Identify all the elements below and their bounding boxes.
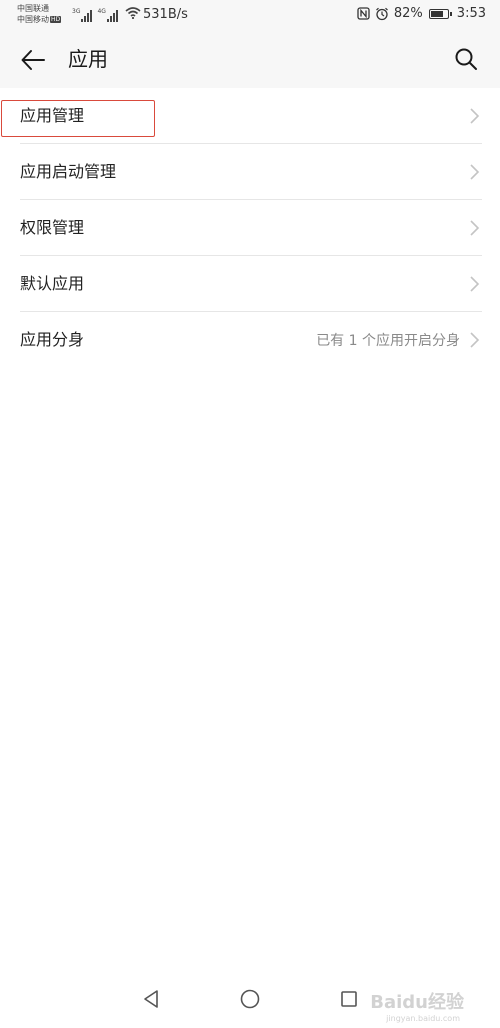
wifi-icon <box>125 7 141 22</box>
settings-item-app-twin[interactable]: 应用分身 已有 1 个应用开启分身 <box>0 312 500 368</box>
chevron-right-icon <box>470 332 480 348</box>
chevron-right-icon <box>470 220 480 236</box>
circle-home-icon <box>240 989 260 1009</box>
page-title: 应用 <box>68 47 108 71</box>
settings-item-label: 应用管理 <box>20 106 85 125</box>
network-type-1: 3G <box>72 8 81 15</box>
settings-item-permissions[interactable]: 权限管理 <box>0 200 500 256</box>
watermark-logo: Baidu经验 <box>370 992 464 1013</box>
signal-indicators: 3G 4G <box>72 7 145 22</box>
battery-icon <box>428 8 452 19</box>
settings-item-label: 权限管理 <box>20 218 85 237</box>
carrier-2-label: 中国移动 <box>17 15 49 24</box>
alarm-icon <box>375 7 389 21</box>
search-icon <box>455 48 477 70</box>
nav-home-button[interactable] <box>235 984 265 1014</box>
clock: 3:53 <box>456 6 486 21</box>
status-bar: 中国联通 中国移动 HD 3G 4G 531B/s 82% 3:53 <box>0 0 500 30</box>
carrier-1-label: 中国联通 <box>17 4 49 13</box>
square-recents-icon <box>341 991 357 1007</box>
settings-item-label: 应用分身 <box>20 330 85 349</box>
navigation-bar: Baidu经验 jingyan.baidu.com <box>0 968 500 1028</box>
app-bar: 应用 <box>0 30 500 88</box>
network-speed: 531B/s <box>143 7 188 22</box>
settings-item-default-apps[interactable]: 默认应用 <box>0 256 500 312</box>
settings-item-value: 已有 1 个应用开启分身 <box>316 333 460 349</box>
network-type-2: 4G <box>97 8 106 15</box>
settings-item-label: 应用启动管理 <box>20 162 117 181</box>
carrier-info: 中国联通 中国移动 HD <box>17 3 62 25</box>
settings-item-startup-management[interactable]: 应用启动管理 <box>0 144 500 200</box>
chevron-right-icon <box>470 164 480 180</box>
watermark-url: jingyan.baidu.com <box>386 1014 460 1023</box>
arrow-left-icon <box>21 50 45 70</box>
nav-recents-button[interactable] <box>334 984 364 1014</box>
settings-list: 应用管理 应用启动管理 权限管理 默认应用 应用分身 已有 1 个应用开启分身 <box>0 88 500 368</box>
settings-item-label: 默认应用 <box>20 274 85 293</box>
search-button[interactable] <box>452 45 480 73</box>
nfc-icon <box>357 7 370 20</box>
signal-1: 3G <box>72 8 93 22</box>
nav-back-button[interactable] <box>136 984 166 1014</box>
hd-badge: HD <box>50 16 62 23</box>
status-right: 82% 3:53 <box>352 6 486 21</box>
battery-percent: 82% <box>393 6 423 21</box>
triangle-back-icon <box>144 990 158 1008</box>
signal-bars-icon <box>81 10 93 22</box>
settings-item-app-management[interactable]: 应用管理 <box>0 88 500 144</box>
chevron-right-icon <box>470 108 480 124</box>
signal-2: 4G <box>97 8 119 22</box>
back-button[interactable] <box>18 45 48 75</box>
signal-bars-icon <box>106 10 119 22</box>
chevron-right-icon <box>470 276 480 292</box>
